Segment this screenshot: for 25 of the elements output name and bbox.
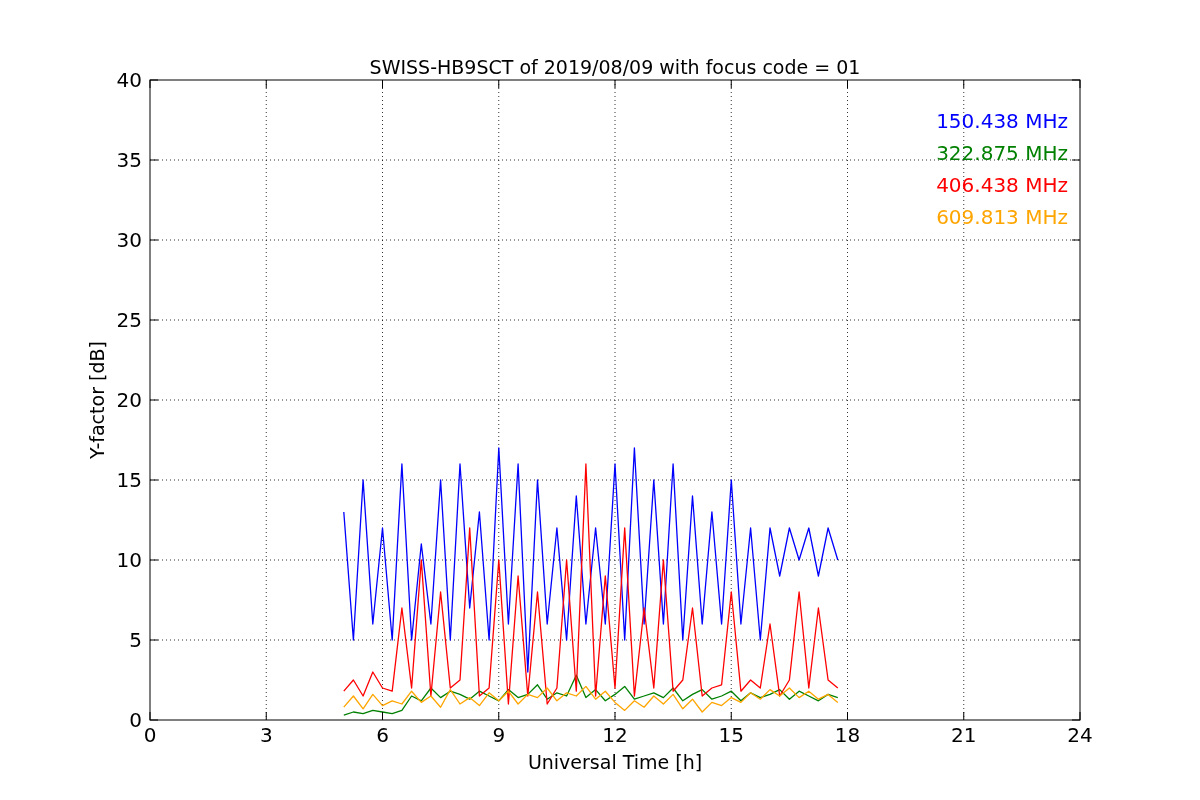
x-tick-label: 3 <box>259 723 273 747</box>
y-tick-label: 35 <box>116 148 142 172</box>
y-tick-label: 20 <box>116 388 142 412</box>
chart-title: SWISS-HB9SCT of 2019/08/09 with focus code = 01 <box>369 56 861 78</box>
legend-label: 609.813 MHz <box>936 205 1068 229</box>
x-tick-label: 9 <box>492 723 506 747</box>
y-tick-label: 5 <box>129 628 142 652</box>
x-axis-label: Universal Time [h] <box>527 751 703 773</box>
y-axis-label: Y-factor [dB] <box>86 341 108 459</box>
x-tick-label: 6 <box>376 723 389 747</box>
y-tick-label: 15 <box>116 468 142 492</box>
y-tick-label: 0 <box>129 708 142 732</box>
legend-label: 406.438 MHz <box>936 173 1068 197</box>
x-tick-label: 18 <box>834 723 861 747</box>
y-tick-label: 40 <box>116 68 142 92</box>
y-tick-label: 10 <box>116 548 142 572</box>
x-tick-label: 15 <box>718 723 744 747</box>
x-tick-label: 12 <box>602 723 628 747</box>
y-tick-label: 30 <box>116 228 142 252</box>
x-tick-label: 24 <box>1067 723 1093 747</box>
legend-label: 150.438 MHz <box>936 109 1068 133</box>
x-tick-label: 21 <box>951 723 977 747</box>
y-tick-label: 25 <box>116 308 142 332</box>
legend-label: 322.875 MHz <box>936 141 1068 165</box>
x-tick-label: 0 <box>143 723 157 747</box>
